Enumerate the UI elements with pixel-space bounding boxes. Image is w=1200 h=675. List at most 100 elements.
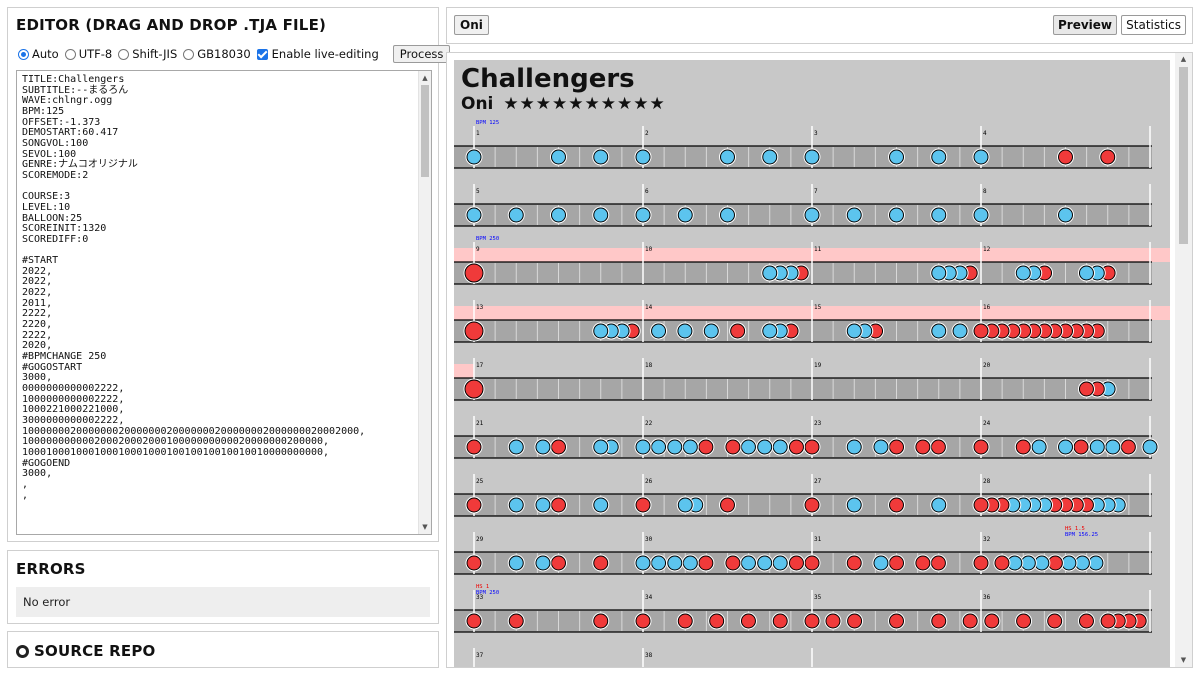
don-note xyxy=(551,497,566,513)
scroll-up-icon[interactable]: ▲ xyxy=(419,72,431,84)
ka-note xyxy=(1058,207,1073,223)
ka-note xyxy=(1142,439,1158,455)
ka-note xyxy=(466,207,482,223)
ka-note xyxy=(931,149,947,165)
ka-note xyxy=(804,149,820,165)
ka-note xyxy=(762,149,778,165)
statistics-tab-button[interactable]: Statistics xyxy=(1121,15,1186,35)
don-note xyxy=(551,439,566,455)
event-label: BPM 250 xyxy=(476,236,499,242)
ka-note xyxy=(635,149,651,165)
measure-number: 12 xyxy=(983,246,991,253)
ka-note xyxy=(1078,265,1094,281)
ka-note xyxy=(931,497,947,513)
don-note xyxy=(1100,149,1116,165)
measure-number: 29 xyxy=(476,536,484,543)
don-note xyxy=(1100,613,1116,629)
don-note xyxy=(508,613,524,629)
don-note xyxy=(788,439,804,455)
ka-note xyxy=(846,207,862,223)
don-note xyxy=(464,379,484,399)
measure-number: 2 xyxy=(645,130,649,137)
don-note xyxy=(846,555,862,571)
ka-note xyxy=(889,149,904,165)
ka-note xyxy=(720,149,735,165)
encoding-option-utf8[interactable]: UTF-8 xyxy=(64,47,113,61)
encoding-option-gb18030[interactable]: GB18030 xyxy=(183,47,251,61)
don-note xyxy=(973,323,989,339)
don-note xyxy=(984,613,1000,629)
don-note xyxy=(698,439,714,455)
radio-icon[interactable] xyxy=(64,48,76,60)
scroll-up-icon[interactable]: ▲ xyxy=(1175,53,1192,66)
measure-number: 8 xyxy=(983,188,987,195)
radio-icon[interactable] xyxy=(118,48,130,60)
don-note xyxy=(889,497,904,513)
ka-note xyxy=(677,207,693,223)
ka-note xyxy=(762,323,778,339)
ka-note xyxy=(973,207,989,223)
ka-note xyxy=(667,439,683,455)
radio-icon[interactable] xyxy=(183,48,195,60)
ka-note xyxy=(535,555,551,571)
tja-editor-textarea[interactable]: TITLE:Challengers SUBTITLE:--まるろん WAVE:c… xyxy=(16,70,432,535)
chart-rows-svg: 1 2 3 4BPM 1255 6 7 89 10 11 12BPM 25013 14 15 1617 1… xyxy=(454,120,1170,667)
encoding-options: Auto UTF-8 Shift-JIS GB18030 Enable live… xyxy=(18,44,451,64)
ka-note xyxy=(1058,439,1073,455)
checkbox-icon[interactable] xyxy=(256,48,268,60)
measure-number: 31 xyxy=(814,536,822,543)
don-note xyxy=(725,439,741,455)
ka-note xyxy=(682,439,698,455)
encoding-option-shift-jis[interactable]: Shift-JIS xyxy=(118,47,177,61)
don-note xyxy=(930,555,946,571)
don-note xyxy=(1120,439,1136,455)
scroll-down-icon[interactable]: ▼ xyxy=(419,521,431,533)
ka-note xyxy=(846,439,862,455)
tja-editor-content[interactable]: TITLE:Challengers SUBTITLE:--まるろん WAVE:c… xyxy=(22,74,417,501)
don-note xyxy=(994,555,1010,571)
ka-note xyxy=(757,555,773,571)
don-note xyxy=(973,439,989,455)
ka-note xyxy=(762,265,778,281)
ka-note xyxy=(635,207,651,223)
source-repo-panel[interactable]: SOURCE REPO xyxy=(7,631,439,668)
don-note xyxy=(1016,613,1032,629)
don-note xyxy=(1078,381,1094,397)
ka-note xyxy=(1020,555,1036,571)
preview-scroll-thumb[interactable] xyxy=(1179,67,1188,244)
measure-number: 26 xyxy=(645,478,653,485)
don-note xyxy=(889,555,904,571)
measure-number: 20 xyxy=(983,362,991,369)
event-label: BPM 125 xyxy=(476,120,499,126)
don-note xyxy=(1047,555,1063,571)
don-note xyxy=(720,497,735,513)
ka-note xyxy=(667,555,683,571)
ka-note xyxy=(593,323,609,339)
don-note xyxy=(740,613,756,629)
don-note xyxy=(973,497,989,513)
encoding-option-auto[interactable]: Auto xyxy=(18,47,59,61)
ka-note xyxy=(772,555,788,571)
editor-scrollbar[interactable]: ▲ ▼ xyxy=(418,71,431,534)
source-repo-link[interactable]: SOURCE REPO xyxy=(16,642,156,660)
event-label: BPM 250 xyxy=(476,590,499,596)
course-selector-button[interactable]: Oni xyxy=(454,15,489,35)
preview-tab-button[interactable]: Preview xyxy=(1052,15,1117,35)
process-button[interactable]: Process xyxy=(392,45,451,63)
measure-number: 13 xyxy=(476,304,484,311)
preview-scrollbar[interactable]: ▲ ▼ xyxy=(1175,53,1192,667)
ka-note xyxy=(1015,265,1031,281)
radio-icon[interactable] xyxy=(18,48,29,60)
measure-number: 36 xyxy=(983,594,991,601)
encoding-label: UTF-8 xyxy=(78,47,113,61)
live-editing-toggle[interactable]: Enable live-editing xyxy=(256,47,379,61)
don-note xyxy=(1047,613,1063,629)
measure-number: 23 xyxy=(814,420,822,427)
scroll-down-icon[interactable]: ▼ xyxy=(1175,654,1192,667)
editor-scroll-thumb[interactable] xyxy=(421,85,429,177)
ka-note xyxy=(1031,439,1047,455)
ka-note xyxy=(1105,439,1121,455)
don-note xyxy=(466,613,482,629)
don-note xyxy=(466,555,482,571)
don-note xyxy=(915,555,931,571)
